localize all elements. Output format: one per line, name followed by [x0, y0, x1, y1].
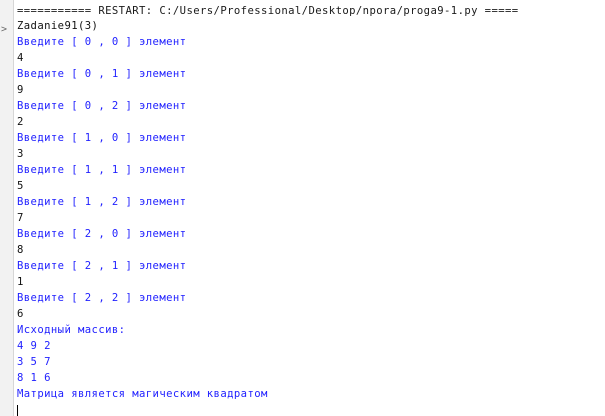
stdout-line: Введите [ 1 , 2 ] элемент	[17, 196, 187, 208]
output-lines: Zadanie91(3) Введите [ 0 , 0 ] элемент 4 Вв…	[17, 18, 605, 402]
user-input-line: 2	[17, 116, 24, 128]
stdout-line: 8 1 6	[17, 372, 51, 384]
user-input-line: 3	[17, 148, 24, 160]
prompt-marker-icon: >	[1, 24, 8, 35]
stdout-line: Введите [ 0 , 1 ] элемент	[17, 68, 187, 80]
user-input-line: 4	[17, 52, 24, 64]
stdout-line: Введите [ 1 , 0 ] элемент	[17, 132, 187, 144]
user-input-line: 7	[17, 212, 24, 224]
command-echo-line: Zadanie91(3)	[17, 20, 99, 32]
stdout-line: 3 5 7	[17, 356, 51, 368]
stdout-line: Введите [ 2 , 1 ] элемент	[17, 260, 187, 272]
stdout-line: 4 9 2	[17, 340, 51, 352]
stdout-line: Матрица является магическим квадратом	[17, 388, 268, 400]
line-gutter: >	[0, 0, 14, 416]
stdout-line: Введите [ 2 , 2 ] элемент	[17, 292, 187, 304]
user-input-line: 8	[17, 244, 24, 256]
user-input-line: 5	[17, 180, 24, 192]
stdout-line: Введите [ 0 , 0 ] элемент	[17, 36, 187, 48]
restart-banner: =========== RESTART: C:/Users/Profession…	[17, 5, 519, 17]
shell-output[interactable]: =========== RESTART: C:/Users/Profession…	[17, 4, 605, 402]
stdout-line: Введите [ 2 , 0 ] элемент	[17, 228, 187, 240]
user-input-line: 6	[17, 308, 24, 320]
user-input-line: 1	[17, 276, 24, 288]
stdout-line: Исходный массив:	[17, 324, 126, 336]
user-input-line: 9	[17, 84, 24, 96]
stdout-line: Введите [ 0 , 2 ] элемент	[17, 100, 187, 112]
stdout-line: Введите [ 1 , 1 ] элемент	[17, 164, 187, 176]
text-cursor	[17, 405, 18, 416]
idle-shell-window[interactable]: > =========== RESTART: C:/Users/Professi…	[0, 0, 605, 416]
